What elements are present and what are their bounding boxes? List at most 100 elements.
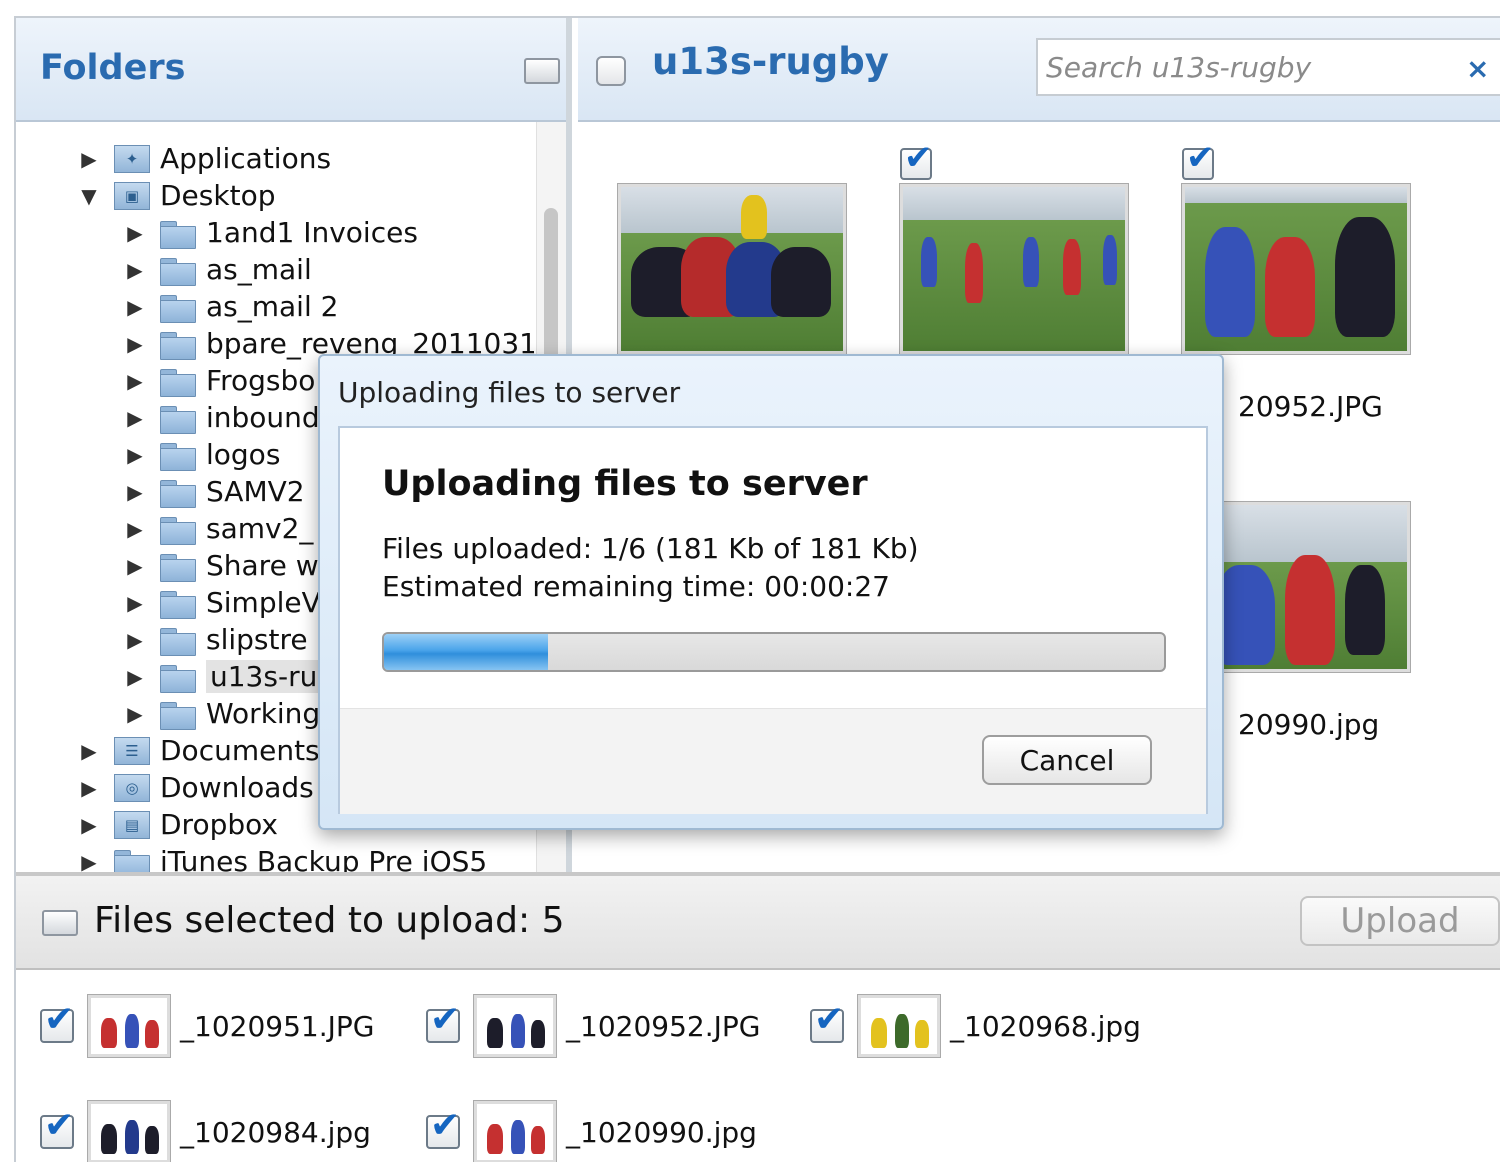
panel-toggle-icon[interactable] [42, 910, 78, 936]
disclosure-collapsed-icon[interactable]: ▶ [124, 554, 146, 578]
disclosure-collapsed-icon[interactable]: ▶ [124, 591, 146, 615]
tree-item[interactable]: ▶ Share w [124, 547, 318, 584]
disclosure-collapsed-icon[interactable]: ▶ [124, 628, 146, 652]
queue-item-thumbnail [474, 1101, 556, 1162]
tree-item[interactable]: ▶ slipstre [124, 621, 308, 658]
disclosure-collapsed-icon[interactable]: ▶ [124, 258, 146, 282]
tree-item-label: as_mail 2 [206, 290, 339, 323]
disclosure-collapsed-icon[interactable]: ▶ [78, 776, 100, 800]
tree-item[interactable]: ▶ samv2_ [124, 510, 313, 547]
tree-item[interactable]: ▶ ✦ Applications [78, 140, 331, 177]
upload-button[interactable]: Upload [1300, 896, 1500, 946]
files-uploaded-status: Files uploaded: 1/6 (181 Kb of 181 Kb) [382, 532, 919, 565]
upload-queue: ✔ _1020951.JPG ✔ _1020952.JPG ✔ _1020968.jpg ✔… [16, 970, 1500, 1162]
tree-item[interactable]: ▶ Working [124, 695, 320, 732]
tree-item-label: Dropbox [160, 808, 278, 841]
check-icon: ✔ [904, 138, 933, 178]
folder-icon [160, 256, 196, 286]
tree-item[interactable]: ▶ inbound [124, 399, 319, 436]
photo-thumbnail[interactable] [1182, 184, 1410, 354]
upload-bar: Files selected to upload: 5 Upload [16, 872, 1500, 970]
disclosure-collapsed-icon[interactable]: ▶ [78, 739, 100, 763]
cancel-button[interactable]: Cancel [982, 735, 1152, 785]
folders-title: Folders [40, 48, 186, 88]
tree-item[interactable]: ▶ 1and1 Invoices [124, 214, 418, 251]
tree-item-label: slipstre [206, 623, 308, 656]
tree-item[interactable]: ▶ ▤ Dropbox [78, 806, 278, 843]
check-icon: ✔ [430, 1105, 461, 1146]
disclosure-collapsed-icon[interactable]: ▶ [124, 702, 146, 726]
queue-item-checkbox[interactable]: ✔ [426, 1002, 460, 1043]
queue-item-thumbnail [88, 995, 170, 1057]
check-icon: ✔ [44, 1105, 75, 1146]
search-input[interactable] [1046, 46, 1456, 88]
desktop-icon: ▣ [114, 181, 150, 210]
folder-icon [114, 848, 150, 872]
dialog-heading: Uploading files to server [382, 464, 868, 504]
tree-item-label: samv2_ [206, 512, 314, 545]
folder-icon [160, 552, 196, 582]
clear-search-icon[interactable]: × [1466, 52, 1489, 85]
tree-item[interactable]: ▼ ▣ Desktop [78, 177, 275, 214]
queue-item: ✔ _1020951.JPG [40, 995, 375, 1057]
queue-item-checkbox[interactable]: ✔ [426, 1108, 460, 1149]
tree-item-label: Applications [160, 142, 332, 175]
folder-icon [160, 589, 196, 619]
upload-progress-fill [384, 634, 548, 670]
tree-item[interactable]: ▶ logos [124, 436, 280, 473]
disclosure-collapsed-icon[interactable]: ▶ [124, 665, 146, 689]
queue-item-checkbox[interactable]: ✔ [40, 1108, 74, 1149]
tree-item-label: logos [206, 438, 281, 471]
thumbnail-filename: 20952.JPG [1238, 390, 1383, 423]
disclosure-collapsed-icon[interactable]: ▶ [124, 480, 146, 504]
panel-toggle-icon[interactable] [524, 58, 560, 84]
queue-item: ✔ _1020990.jpg [426, 1101, 757, 1162]
files-selected-label: Files selected to upload: 5 [94, 900, 565, 941]
disclosure-collapsed-icon[interactable]: ▶ [124, 295, 146, 319]
disclosure-collapsed-icon[interactable]: ▶ [124, 221, 146, 245]
thumbnail-checkbox[interactable]: ✔ [900, 141, 933, 180]
photo-thumbnail[interactable] [900, 184, 1128, 354]
disclosure-collapsed-icon[interactable]: ▶ [124, 443, 146, 467]
check-icon: ✔ [44, 999, 75, 1040]
photo-thumbnail[interactable] [618, 184, 846, 354]
disclosure-collapsed-icon[interactable]: ▶ [78, 147, 100, 171]
folder-icon [160, 441, 196, 471]
dialog-footer: Cancel [340, 708, 1206, 814]
tree-item-label: Documents [160, 734, 320, 767]
folder-icon [160, 626, 196, 656]
tree-item[interactable]: ▶ SimpleV [124, 584, 320, 621]
tree-item[interactable]: ▶ iTunes Backup Pre iOS5 [78, 843, 487, 872]
check-icon: ✔ [1186, 138, 1215, 178]
tree-item-label: 1and1 Invoices [206, 216, 418, 249]
disclosure-collapsed-icon[interactable]: ▶ [124, 332, 146, 356]
disclosure-collapsed-icon[interactable]: ▶ [124, 369, 146, 393]
tree-item[interactable]: ▶ ☰ Documents [78, 732, 320, 769]
tree-item-label: Desktop [160, 179, 276, 212]
tree-item[interactable]: ▶ Frogsbo [124, 362, 315, 399]
select-all-checkbox[interactable] [596, 56, 626, 86]
disclosure-expanded-icon[interactable]: ▼ [78, 184, 100, 208]
check-icon: ✔ [814, 999, 845, 1040]
disclosure-collapsed-icon[interactable]: ▶ [124, 517, 146, 541]
queue-item-filename: _1020951.JPG [180, 1009, 375, 1043]
documents-icon: ☰ [114, 736, 150, 765]
tree-item[interactable]: ▶ SAMV2 [124, 473, 304, 510]
tree-item[interactable]: ▶ u13s-ru [124, 658, 322, 695]
search-box[interactable]: × [1036, 38, 1500, 96]
disclosure-collapsed-icon[interactable]: ▶ [78, 850, 100, 873]
disclosure-collapsed-icon[interactable]: ▶ [124, 406, 146, 430]
queue-item-thumbnail [858, 995, 940, 1057]
thumbnail-checkbox[interactable]: ✔ [1182, 141, 1215, 180]
folder-icon [160, 404, 196, 434]
tree-item[interactable]: ▶ ◎ Downloads [78, 769, 313, 806]
tree-item[interactable]: ▶ as_mail 2 [124, 288, 338, 325]
tree-item-label: Working [206, 697, 321, 730]
queue-item-filename: _1020990.jpg [566, 1115, 757, 1149]
queue-item-checkbox[interactable]: ✔ [40, 1002, 74, 1043]
tree-item[interactable]: ▶ as_mail [124, 251, 311, 288]
folders-header: Folders [16, 18, 566, 122]
folder-icon [160, 330, 196, 360]
disclosure-collapsed-icon[interactable]: ▶ [78, 813, 100, 837]
queue-item-checkbox[interactable]: ✔ [810, 1002, 844, 1043]
